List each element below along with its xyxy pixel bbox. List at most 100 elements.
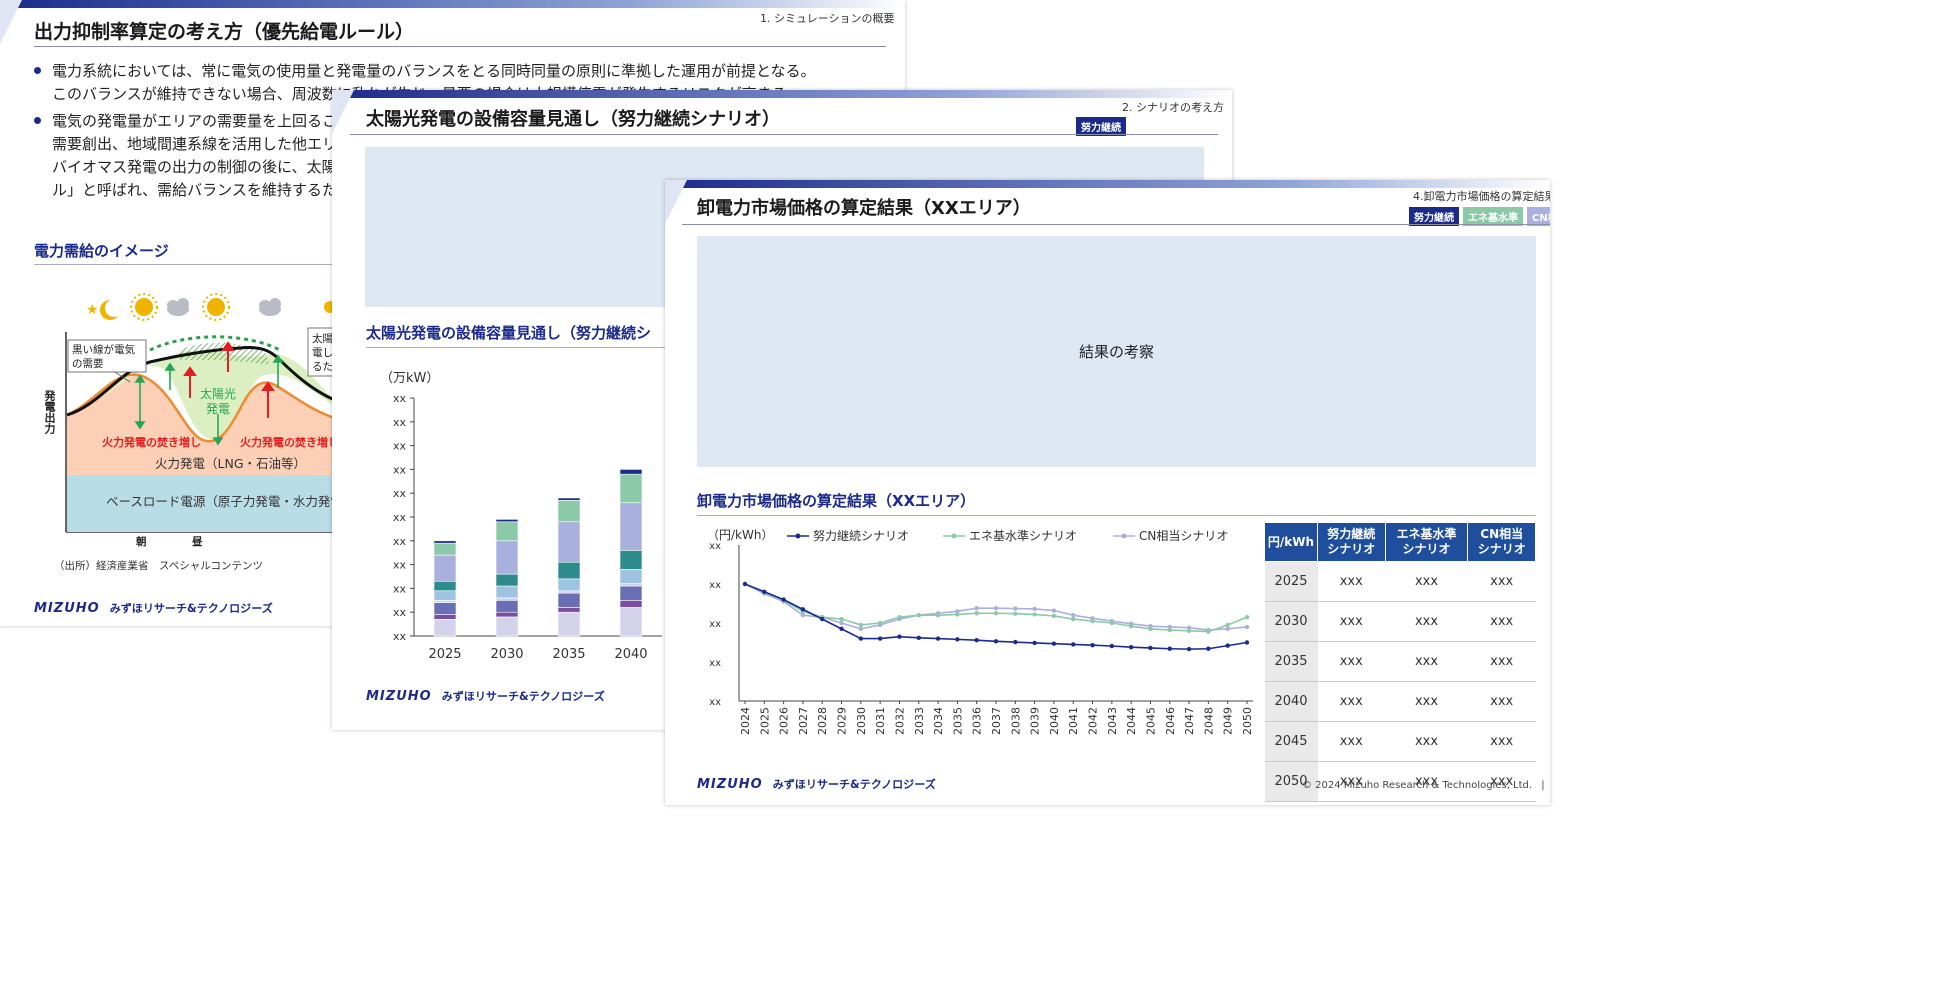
data-point: [877, 620, 883, 626]
table-cell: xxx: [1467, 601, 1536, 642]
bar-segment: [619, 607, 643, 637]
data-point: [762, 589, 767, 594]
bar-segment: [433, 600, 457, 603]
x-tick-label: 2048: [1202, 707, 1215, 735]
x-tick-label: 2030: [490, 647, 523, 662]
bar-segment: [433, 554, 457, 582]
data-point: [993, 605, 999, 611]
data-point: [897, 614, 902, 620]
data-point: [742, 581, 748, 587]
data-point: [820, 616, 825, 622]
x-tick-label: 2025: [758, 707, 771, 735]
baseload-band-label: ベースロード電源（原子力発電・水力発電: [106, 494, 343, 509]
logo-mark: MIZUHO: [366, 689, 432, 704]
x-tick-label: 2037: [990, 707, 1003, 735]
x-tick-label: 2043: [1106, 707, 1119, 735]
data-point: [1032, 640, 1037, 646]
table-header-row: 円/kWh 努力継続 シナリオ エネ基水準 シナリオ CN相当 シナリオ: [1264, 522, 1536, 562]
section-rule: [697, 515, 1536, 516]
table-cell: xxx: [1467, 561, 1536, 602]
data-point: [974, 611, 979, 616]
cloud-icon: [259, 298, 281, 316]
y-axis-unit-label: （万kW）: [380, 371, 439, 386]
bar-segment: [557, 578, 581, 592]
supply-demand-diagram: ★ 黒い線が電気 の需要 太陽 電し るた 太陽光 発電 火力発電の焚き増し 火…: [65, 293, 380, 548]
legend-label: CN相当シナリオ: [1139, 529, 1228, 543]
slide-3[interactable]: 4.卸電力市場価格の算定結果 努力継続エネ基水準CN相当 卸電力市場価格の算定結…: [665, 180, 1550, 805]
y-tick-label: xx: [709, 580, 721, 591]
bullet-dot: [34, 67, 41, 74]
scenario-badges: 努力継続エネ基水準CN相当: [1405, 206, 1550, 226]
x-tick-label: 2025: [428, 647, 461, 662]
section-heading: 太陽光発電の設備容量見通し（努力継続シ: [366, 324, 652, 342]
table-cell: xxx: [1317, 681, 1386, 722]
table-row: 2035 xxx xxx xxx: [1264, 641, 1536, 682]
data-point: [1148, 626, 1153, 632]
x-tick-label: 2042: [1087, 707, 1100, 735]
x-tick-label: 2032: [893, 707, 906, 735]
bar-segment: [557, 500, 581, 523]
slide-2-corner: [332, 90, 354, 134]
data-point: [974, 637, 979, 643]
table-cell: xxx: [1467, 681, 1536, 722]
logo-text: みずほリサーチ&テクノロジーズ: [441, 690, 605, 703]
bar-segment: [557, 497, 581, 501]
copyright-footer: © 2024 Mizuho Research & Technologies, L…: [1302, 780, 1550, 791]
table-cell: xxx: [1385, 561, 1468, 602]
callout-black-line: 黒い線が電気: [72, 343, 135, 356]
scenario-badges: 努力継続: [1072, 116, 1126, 136]
table-cell: xxx: [1467, 721, 1536, 762]
y-tick-label: xx: [393, 416, 407, 429]
title-rule: [682, 224, 1550, 225]
data-point: [1051, 613, 1057, 619]
x-tick-label: 2038: [1009, 707, 1022, 735]
data-point: [839, 616, 844, 622]
bullet-line: 電力系統においては、常に電気の使用量と発電量のバランスをとる同時同量の原則に準拠…: [52, 62, 816, 80]
analysis-placeholder-text: 結果の考察: [1078, 343, 1154, 361]
y-axis-unit-label: （円/kWh）: [707, 528, 773, 542]
x-tick-label: 2026: [778, 707, 791, 735]
sun-icon: [202, 293, 230, 321]
data-point: [1225, 626, 1230, 632]
bar-segment: [619, 585, 643, 601]
data-point: [955, 637, 960, 642]
table-cell: xxx: [1317, 601, 1386, 642]
bar-segment: [557, 561, 581, 580]
company-logo: MIZUHO みずほリサーチ&テクノロジーズ: [697, 776, 936, 792]
data-point: [877, 636, 883, 641]
bar-segment: [619, 469, 643, 475]
legend-label: 努力継続シナリオ: [813, 528, 909, 543]
logo-text: みずほリサーチ&テクノロジーズ: [109, 602, 273, 615]
table-header-cell: 努力継続 シナリオ: [1317, 522, 1386, 562]
x-label-morning: 朝: [136, 535, 147, 548]
svg-text:★: ★: [86, 302, 99, 318]
bar-segment: [619, 569, 643, 584]
data-point: [897, 634, 902, 639]
data-point: [1013, 639, 1018, 645]
bar-segment: [619, 583, 643, 587]
data-point: [1225, 622, 1230, 628]
legend-marker: [795, 533, 801, 539]
data-point: [1186, 628, 1192, 633]
data-point: [1071, 642, 1076, 647]
y-tick-label: xx: [709, 619, 721, 630]
x-tick-label: 2044: [1125, 707, 1138, 735]
data-point: [916, 613, 921, 618]
section-rule: [366, 347, 666, 348]
copyright: © 2024 Mizuho Research & Technologies, L…: [1302, 780, 1533, 791]
data-point: [800, 607, 806, 612]
table-cell: 2030: [1264, 601, 1318, 642]
bar-segment: [557, 590, 581, 594]
sun-icon: [130, 293, 158, 321]
table-cell: 2025: [1264, 561, 1318, 602]
data-point: [955, 612, 960, 617]
thermal-increase-label: 火力発電の焚き増し: [240, 435, 339, 449]
data-point: [1090, 643, 1095, 648]
data-point: [1206, 629, 1211, 634]
data-point: [935, 613, 941, 618]
x-tick-label: 2036: [971, 707, 984, 735]
company-logo: MIZUHO みずほリサーチ&テクノロジーズ: [366, 688, 605, 704]
company-logo: MIZUHO みずほリサーチ&テクノロジーズ: [34, 600, 273, 616]
y-tick-label: xx: [393, 559, 407, 572]
data-point: [916, 635, 921, 641]
